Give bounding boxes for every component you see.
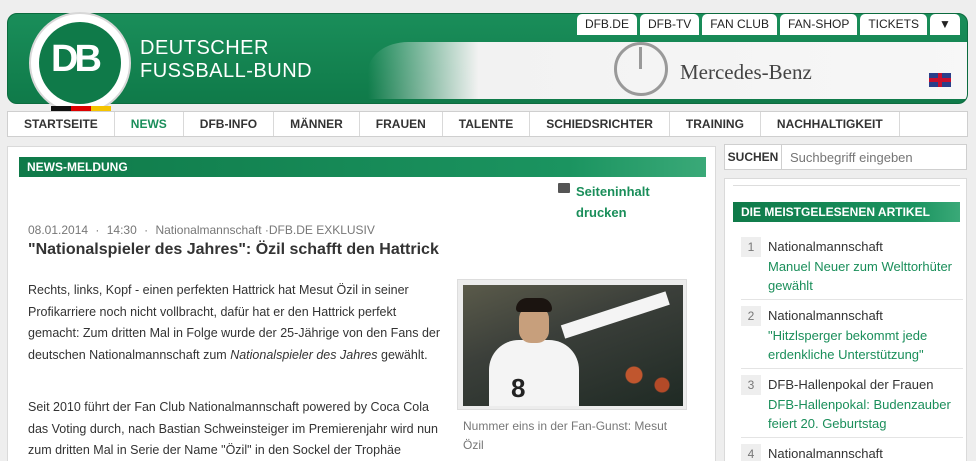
rank-number: 1 [741, 237, 761, 257]
divider [741, 437, 963, 438]
main-navigation: STARTSEITE NEWS DFB-INFO MÄNNER FRAUEN T… [7, 111, 968, 137]
item-link[interactable]: DFB-Hallenpokal: Budenzauber feiert 20. … [768, 395, 958, 433]
player-shirt [489, 340, 579, 406]
brand-line-2: FUSSBALL-BUND [140, 60, 313, 82]
paragraph-text: gewählt. [377, 347, 428, 362]
top-link-dfb-tv[interactable]: DFB-TV [639, 14, 700, 35]
nav-maenner[interactable]: MÄNNER [274, 112, 360, 136]
print-link[interactable]: Seiteninhalt drucken [558, 181, 650, 223]
rank-number: 4 [741, 444, 761, 461]
item-category: DFB-Hallenpokal der Frauen [768, 377, 934, 392]
photo-background-crowd [613, 355, 683, 405]
article-time: 14:30 [106, 223, 137, 237]
article-image-frame: 8 [457, 279, 687, 410]
divider [741, 299, 963, 300]
article-meta: 08.01.2014 · 14:30 · Nationalmannschaft … [28, 223, 375, 237]
english-language-flag-icon[interactable] [929, 73, 951, 87]
nav-nachhaltigkeit[interactable]: NACHHALTIGKEIT [761, 112, 900, 136]
nav-startseite[interactable]: STARTSEITE [8, 112, 115, 136]
nav-schiedsrichter[interactable]: SCHIEDSRICHTER [530, 112, 670, 136]
dfb-logo-emblem: DB [39, 22, 121, 104]
rank-number: 3 [741, 375, 761, 395]
nav-training[interactable]: TRAINING [670, 112, 761, 136]
top-links: DFB.DE DFB-TV FAN CLUB FAN-SHOP TICKETS … [576, 14, 960, 35]
meta-separator: · [144, 223, 149, 237]
article-title: "Nationalspieler des Jahres": Özil schaf… [28, 241, 439, 258]
brand-name[interactable]: DEUTSCHER FUSSBALL-BUND [140, 37, 312, 83]
award-name: Nationalspieler des Jahres [230, 347, 378, 362]
article-paragraph: Rechts, links, Kopf - einen perfekten Ha… [28, 280, 448, 366]
dfb-logo-text: DB [51, 38, 102, 80]
player-arm [560, 291, 670, 339]
article-paragraph: Seit 2010 führt der Fan Club Nationalman… [28, 400, 438, 457]
top-link-fan-shop[interactable]: FAN-SHOP [779, 14, 858, 35]
shirt-number: 8 [511, 373, 526, 403]
search-box: SUCHEN [724, 144, 967, 170]
item-category: Nationalmannschaft [768, 308, 883, 323]
image-caption: Nummer eins in der Fan-Gunst: Mesut Özil [463, 419, 668, 452]
nav-news[interactable]: NEWS [115, 112, 184, 136]
nav-frauen[interactable]: FRAUEN [360, 112, 443, 136]
article-photo[interactable]: 8 [463, 285, 683, 406]
player-hair [516, 298, 552, 312]
item-category: Nationalmannschaft [768, 239, 883, 254]
article-panel: NEWS-MELDUNG Seiteninhalt drucken 08.01.… [7, 146, 716, 461]
most-read-panel: DIE MEISTGELESENEN ARTIKEL 1 Nationalman… [724, 178, 967, 461]
most-read-title: DIE MEISTGELESENEN ARTIKEL [733, 202, 960, 222]
nav-talente[interactable]: TALENTE [443, 112, 531, 136]
rank-number: 2 [741, 306, 761, 326]
brand-line-1: DEUTSCHER [140, 37, 269, 59]
meta-separator: · [95, 223, 100, 237]
printer-icon [558, 183, 570, 193]
divider [741, 368, 963, 369]
sponsor-name[interactable]: Mercedes-Benz [680, 60, 812, 85]
item-link[interactable]: "Hitzlsperger bekommt jede erdenkliche U… [768, 326, 958, 364]
sponsor-panel [368, 42, 967, 99]
item-link[interactable]: Manuel Neuer zum Welttorhüter gewählt [768, 257, 958, 295]
print-label-2: drucken [576, 205, 627, 220]
dfb-logo[interactable]: DB [29, 12, 131, 114]
search-label[interactable]: SUCHEN [725, 145, 782, 169]
nav-dfb-info[interactable]: DFB-INFO [184, 112, 275, 136]
german-flag-stripe [51, 100, 111, 112]
section-header: NEWS-MELDUNG [19, 157, 706, 177]
divider [733, 185, 960, 186]
top-link-tickets[interactable]: TICKETS [860, 14, 927, 35]
print-label-1: Seiteninhalt [576, 184, 650, 199]
more-dropdown-icon[interactable]: ▼ [930, 14, 960, 35]
article-category: Nationalmannschaft ·DFB.DE EXKLUSIV [155, 223, 375, 237]
search-input[interactable] [782, 145, 966, 169]
top-link-dfb-de[interactable]: DFB.DE [576, 14, 637, 35]
article-date: 08.01.2014 [28, 223, 89, 237]
item-category: Nationalmannschaft [768, 446, 883, 461]
top-link-fan-club[interactable]: FAN CLUB [702, 14, 777, 35]
mercedes-star-icon[interactable] [614, 42, 668, 96]
